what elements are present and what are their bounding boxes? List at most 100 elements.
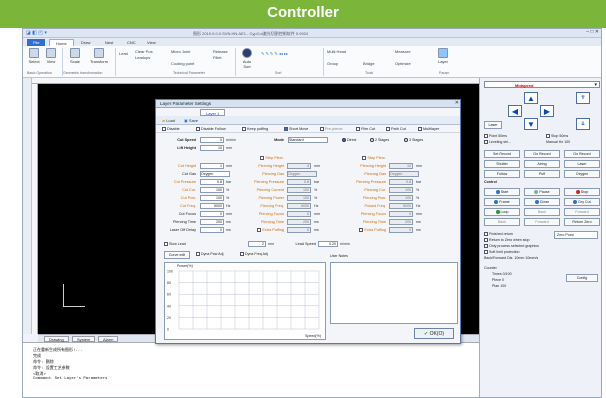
jog-right-button[interactable]: ▶ (540, 105, 554, 117)
clear-pos-button[interactable]: Clear Pos (135, 49, 153, 54)
stage-two-radio[interactable]: 2 Stages (370, 138, 389, 143)
piercing-time-input[interactable]: 200 (200, 219, 224, 225)
clean-button[interactable]: Clean (524, 198, 560, 206)
select-button[interactable]: Select (26, 48, 42, 66)
finished-return-row[interactable]: Finished return (484, 232, 513, 237)
pierce-1-input[interactable]: 200 (287, 219, 311, 225)
layer-button[interactable]: Layer (435, 48, 451, 66)
ok-button[interactable]: ✔ OK(O) (414, 328, 454, 339)
pierce-1-input[interactable]: 100 (287, 195, 311, 201)
dry-cut-button[interactable]: Dry Cut (564, 198, 600, 206)
go-record-2-button[interactable]: Go Record (564, 150, 600, 158)
cut-freq-input[interactable]: 5000 (200, 203, 224, 209)
multi-head-button[interactable]: Multi Head (327, 49, 346, 54)
scale-button[interactable]: Scale (67, 48, 83, 66)
load-button[interactable]: ▰ Load (162, 118, 175, 123)
oxygen-button[interactable]: Oxygen (564, 170, 600, 178)
close-icon[interactable]: ✕ (455, 100, 459, 106)
speed-select[interactable]: Midspeed ▾ (484, 81, 600, 88)
finished-return-select[interactable]: Zero Point (554, 231, 598, 239)
pierce-2-input[interactable]: 100 (389, 187, 413, 193)
opt-film-cut[interactable]: Film Cut (356, 127, 375, 131)
pierce-1-label[interactable]: Step Pierc. (242, 156, 284, 160)
cut-gas-select[interactable]: Oxygen (200, 171, 230, 177)
opt-path-cut[interactable]: Path Cut (386, 127, 406, 131)
tab-view[interactable]: View (141, 39, 162, 46)
config-button[interactable]: Config (566, 274, 598, 282)
cut-height-input[interactable]: 1 (200, 163, 224, 169)
pierce-1-input[interactable]: 100 (287, 187, 311, 193)
back-button[interactable]: Back (524, 208, 560, 216)
head-down-button[interactable]: ⇊ (576, 118, 590, 130)
head-up-button[interactable]: ⇈ (576, 92, 590, 104)
jog-up-button[interactable]: ▲ (524, 92, 538, 104)
forward-step-button[interactable]: Forward (524, 218, 560, 226)
lift-height-input[interactable]: 10 (200, 145, 224, 151)
shutter-button[interactable]: Shutter (484, 160, 520, 168)
optimize-button[interactable]: Optimize (395, 61, 411, 66)
window-controls[interactable]: – □ ✕ (586, 29, 599, 35)
pierce-1-input[interactable]: Oxygen (287, 171, 317, 177)
pierce-1-input[interactable]: 0.8 (287, 179, 311, 185)
pierce-2-input[interactable]: 100 (389, 195, 413, 201)
set-record-button[interactable]: Set Record (484, 150, 520, 158)
freq-adj-check[interactable]: Dyna Freq Adj (240, 252, 268, 257)
fillet-button[interactable]: Fillet (213, 55, 221, 60)
pierce-1-input[interactable]: 0 (287, 211, 311, 217)
opt-multilayer[interactable]: Multilayer (418, 127, 439, 131)
pierce-1-input[interactable]: 0 (287, 227, 311, 233)
stage-three-radio[interactable]: 3 Stages (404, 138, 423, 143)
view-button[interactable]: View (43, 48, 59, 66)
stop-row[interactable]: Stop 50ms (546, 134, 568, 139)
user-notes-textarea[interactable] (330, 262, 458, 324)
micro-joint-button[interactable]: Micro Joint (171, 49, 190, 54)
pierce-2-label[interactable]: Extra Puffing (344, 228, 386, 232)
pierce-2-label[interactable]: Step Pierc. (344, 156, 386, 160)
save-button[interactable]: ▣ Save (184, 118, 198, 123)
jog-left-button[interactable]: ◀ (508, 105, 522, 117)
pierce-2-input[interactable]: 5000 (389, 203, 413, 209)
cut-pressure-input[interactable]: 0.8 (200, 179, 224, 185)
opt-disable-follow[interactable]: Disable Follow (196, 127, 226, 131)
pierce-2-input[interactable]: 10 (389, 163, 413, 169)
pierce-2-input[interactable]: 200 (389, 219, 413, 225)
tab-draw[interactable]: Draw (75, 39, 96, 46)
cut-focus-input[interactable]: 0 (200, 211, 224, 217)
measure-button[interactable]: Measure (395, 49, 411, 54)
pierce-1-input[interactable]: 5000 (287, 203, 311, 209)
frame-button[interactable]: Frame (484, 198, 520, 206)
command-console[interactable]: 正在重新生成所有图形!... 完成 命令: 删除 命令: 设置工艺参数 <取消>… (23, 342, 479, 397)
laser-button[interactable]: Laser (484, 121, 502, 129)
bridge-button[interactable]: Bridge (363, 61, 375, 66)
jog-down-button[interactable]: ▼ (524, 118, 538, 130)
back-step-button[interactable]: Back (484, 218, 520, 226)
tab-home[interactable]: Home (49, 39, 74, 46)
lead-speed-input[interactable]: 0.20 (318, 241, 338, 247)
left-toolbar[interactable] (23, 78, 32, 334)
tab-cnc[interactable]: CNC (121, 39, 142, 46)
cooling-point-button[interactable]: Cooling point (171, 61, 194, 66)
point-row[interactable]: Point 50ms (484, 134, 507, 139)
opt-keep-puffing[interactable]: Keep puffing (242, 127, 268, 131)
pierce-2-input[interactable]: 0 (389, 211, 413, 217)
cut-power-input[interactable]: 100 (200, 195, 224, 201)
pierce-1-label[interactable]: Extra Puffing (242, 228, 284, 232)
mode-select[interactable]: Standard (288, 137, 328, 143)
curve-edit-button[interactable]: Curve edit (164, 251, 190, 259)
tab-layer-1[interactable]: Layer 1 (200, 109, 226, 116)
opt-pre-pierce[interactable]: Pre-pierce (320, 127, 343, 131)
transform-button[interactable]: Transform (87, 48, 111, 66)
stop-button[interactable]: Stop (564, 188, 600, 196)
loop-button[interactable]: Loop (484, 208, 520, 216)
laser-off-delay-input[interactable]: 0 (200, 227, 224, 233)
start-button[interactable]: Start (484, 188, 520, 196)
soft-limit-row[interactable]: Soft limit protection (484, 250, 520, 255)
follow-button[interactable]: Follow (484, 170, 520, 178)
puff-button[interactable]: Puff (524, 170, 560, 178)
lead-ops-button[interactable]: Leadops (135, 55, 150, 60)
pause-button[interactable]: Pause (524, 188, 560, 196)
quick-access-icons[interactable]: ◪ ◧ ◰ ▾ (26, 30, 47, 36)
cut-speed-input[interactable]: 5 (200, 137, 224, 143)
pierce-2-input[interactable]: 0 (389, 227, 413, 233)
stage-direct-radio[interactable]: Direct (342, 138, 356, 143)
